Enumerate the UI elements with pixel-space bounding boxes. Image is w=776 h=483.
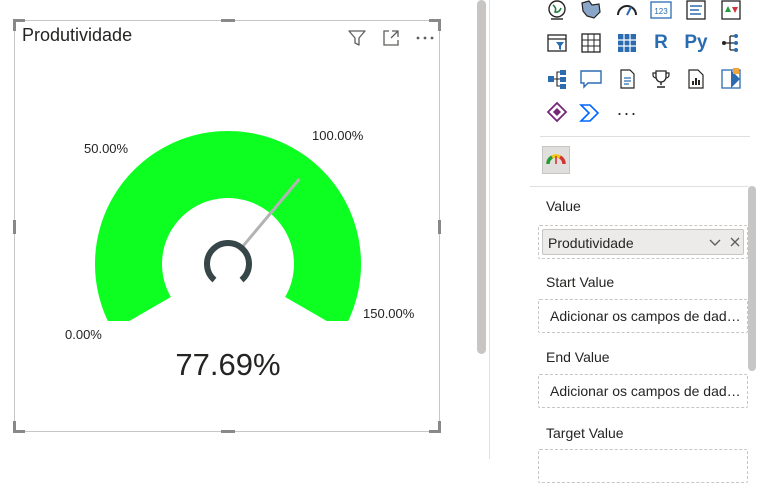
decomposition-tree-icon[interactable] <box>544 66 570 92</box>
python-visual-label: Py <box>684 32 708 53</box>
value-field-label: Produtividade <box>548 235 634 251</box>
chevron-down-icon[interactable] <box>707 234 723 250</box>
close-icon[interactable] <box>727 234 743 250</box>
resize-handle-bottom-right[interactable] <box>429 421 441 433</box>
more-visuals-icon[interactable]: ··· <box>614 100 640 126</box>
value-well-title: Value <box>546 198 581 214</box>
gauge-max-label: 150.00% <box>363 306 415 321</box>
end-value-well-title: End Value <box>546 349 610 365</box>
gauge-visual-card[interactable]: Produtividade 0.00% 50.00% 100.00% 150.0… <box>13 19 441 433</box>
start-value-well[interactable]: Adicionar os campos de dados aqui <box>538 299 748 333</box>
goals-icon[interactable] <box>648 66 674 92</box>
r-visual-icon[interactable]: R <box>648 30 674 56</box>
canvas-scrollbar[interactable] <box>477 0 486 354</box>
pane-scrollbar[interactable] <box>748 186 756 371</box>
gauge-value-label: 77.69% <box>175 347 281 382</box>
matrix-icon[interactable] <box>614 30 640 56</box>
value-well[interactable]: Produtividade <box>538 225 748 259</box>
custom-gauge-visual-icon <box>546 154 566 165</box>
custom-gauge-visual-tile[interactable] <box>542 146 570 174</box>
kpi-icon[interactable] <box>718 0 744 23</box>
power-apps-icon[interactable] <box>718 66 744 92</box>
card-icon[interactable]: 123 <box>648 0 674 23</box>
resize-handle-bottom[interactable] <box>221 430 235 433</box>
value-field-chip[interactable]: Produtividade <box>542 229 744 255</box>
pane-divider <box>489 0 490 459</box>
paginated-report-icon[interactable] <box>683 66 709 92</box>
resize-handle-bottom-left[interactable] <box>13 421 25 433</box>
table-icon[interactable] <box>578 30 604 56</box>
smart-narrative-icon[interactable] <box>614 66 640 92</box>
visualizations-pane: 123 R Py ··· Value Produtividade Start V… <box>530 0 776 483</box>
power-automate-icon[interactable] <box>544 100 570 126</box>
target-value-well[interactable] <box>538 449 748 483</box>
gauge-hub <box>204 240 252 283</box>
globe-map-icon[interactable] <box>544 0 570 23</box>
multi-row-card-icon[interactable] <box>683 0 709 23</box>
r-visual-label: R <box>654 32 668 53</box>
icons-divider <box>540 136 750 137</box>
end-value-placeholder: Adicionar os campos de dados aqui <box>550 383 746 399</box>
gauge-fill-band <box>95 130 361 321</box>
gauge-min-label: 0.00% <box>65 327 102 342</box>
fields-divider <box>530 186 748 187</box>
start-value-placeholder: Adicionar os campos de dados aqui <box>550 308 746 324</box>
gauge-icon[interactable] <box>614 0 640 23</box>
end-value-well[interactable]: Adicionar os campos de dados aqui <box>538 374 748 408</box>
gauge-target-label: 100.00% <box>312 128 364 143</box>
python-visual-icon[interactable]: Py <box>683 30 709 56</box>
card-icon-text: 123 <box>654 7 668 16</box>
start-value-well-title: Start Value <box>546 274 615 290</box>
target-value-well-title: Target Value <box>546 425 624 441</box>
gauge-mid-label: 50.00% <box>84 141 129 156</box>
filled-map-icon[interactable] <box>578 0 604 23</box>
gauge-chart <box>95 130 361 321</box>
slicer-icon[interactable] <box>544 30 570 56</box>
power-automate-chevron-icon[interactable] <box>578 100 604 126</box>
more-visuals-label: ··· <box>616 102 638 123</box>
key-influencers-icon[interactable] <box>718 30 744 56</box>
qa-icon[interactable] <box>578 66 604 92</box>
